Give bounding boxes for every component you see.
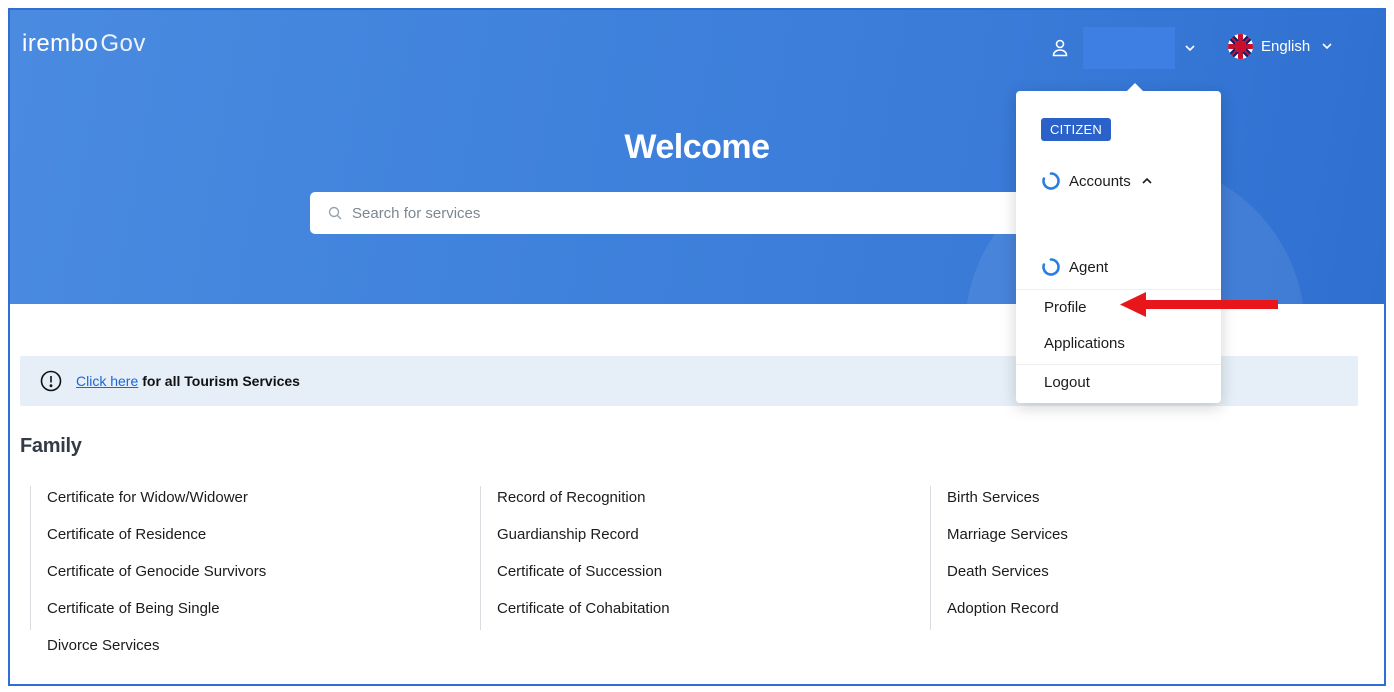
loading-spinner-icon <box>1042 172 1060 190</box>
annotation-arrow <box>1120 292 1278 317</box>
service-link[interactable]: Death Services <box>947 560 1068 597</box>
accounts-label: Accounts <box>1069 172 1131 190</box>
tourism-banner-text: for all Tourism Services <box>142 373 300 389</box>
user-dropdown-menu: CITIZEN Accounts Agent Profile Applicati… <box>1016 83 1221 403</box>
language-label: English <box>1261 37 1311 55</box>
service-column: Birth Services Marriage Services Death S… <box>930 486 1068 630</box>
loading-spinner-icon <box>1042 258 1060 276</box>
service-link[interactable]: Adoption Record <box>947 597 1068 634</box>
user-icon <box>1052 39 1068 57</box>
user-name-redacted <box>1083 27 1175 69</box>
service-link[interactable]: Birth Services <box>947 486 1068 523</box>
menu-item-logout[interactable]: Logout <box>1016 364 1221 400</box>
chevron-up-icon <box>1142 177 1152 184</box>
user-menu-toggle[interactable] <box>1050 26 1197 70</box>
agent-account[interactable]: Agent <box>1041 257 1108 277</box>
service-link[interactable]: Certificate of Cohabitation <box>497 597 670 634</box>
service-link[interactable]: Guardianship Record <box>497 523 670 560</box>
service-column: Record of Recognition Guardianship Recor… <box>480 486 670 630</box>
uk-flag-icon <box>1228 33 1253 59</box>
tourism-link[interactable]: Click here <box>76 373 138 389</box>
chevron-down-icon <box>1185 45 1195 52</box>
service-link[interactable]: Record of Recognition <box>497 486 670 523</box>
menu-item-applications[interactable]: Applications <box>1016 326 1221 362</box>
service-column: Certificate for Widow/Widower Certificat… <box>30 486 266 654</box>
language-selector[interactable]: English <box>1228 32 1334 60</box>
service-link[interactable]: Marriage Services <box>947 523 1068 560</box>
service-columns: Certificate for Widow/Widower Certificat… <box>30 486 1360 654</box>
alert-circle-icon <box>40 370 62 392</box>
accounts-toggle[interactable]: Accounts <box>1041 171 1153 191</box>
search-input[interactable] <box>352 204 952 222</box>
role-badge: CITIZEN <box>1041 118 1111 141</box>
service-link[interactable]: Certificate of Genocide Survivors <box>47 560 266 597</box>
service-link[interactable]: Certificate of Succession <box>497 560 670 597</box>
page-frame: iremboGov English Welcome Search for ser… <box>8 8 1386 686</box>
search-bar[interactable] <box>310 192 1030 234</box>
section-title: Family <box>20 435 82 457</box>
service-link[interactable]: Certificate of Residence <box>47 523 266 560</box>
logo[interactable]: iremboGov <box>22 30 146 58</box>
service-link[interactable]: Certificate for Widow/Widower <box>47 486 266 523</box>
search-icon <box>328 206 342 220</box>
chevron-down-icon <box>1322 43 1332 50</box>
service-link[interactable]: Divorce Services <box>47 634 266 671</box>
logo-brand: irembo <box>22 30 99 57</box>
logo-suffix: Gov <box>100 30 146 57</box>
agent-label: Agent <box>1069 258 1109 276</box>
service-link[interactable]: Certificate of Being Single <box>47 597 266 634</box>
